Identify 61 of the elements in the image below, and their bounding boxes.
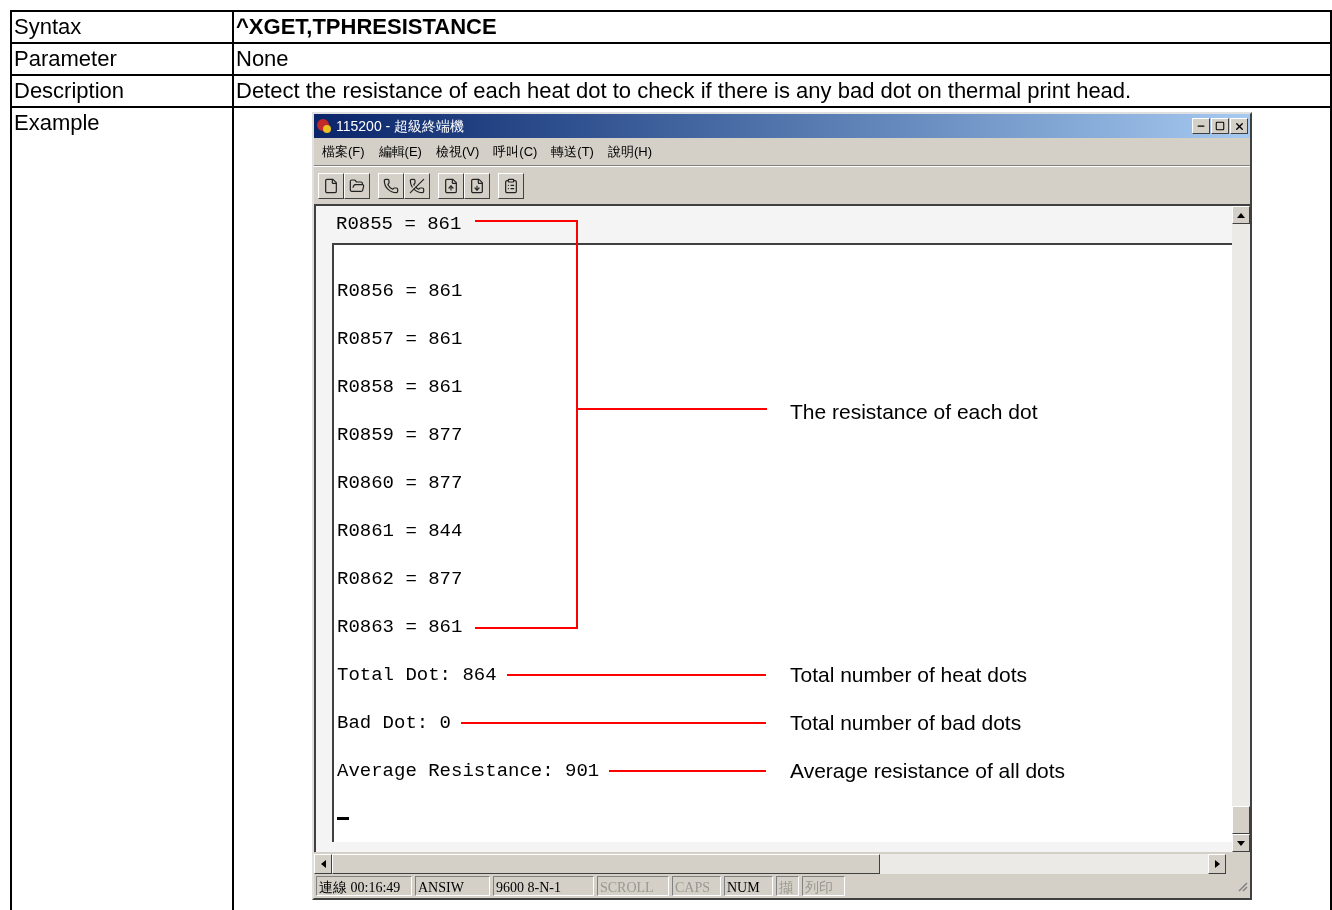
annotation-label: The resistance of each dot — [790, 399, 1038, 425]
table-cell: Parameter — [11, 43, 233, 75]
menu-item[interactable]: 檔案(F) — [322, 141, 365, 162]
status-field: 擷 — [776, 876, 799, 896]
annotation-label: Total number of heat dots — [790, 662, 1027, 689]
table-cell: ^XGET,TPHRESISTANCE — [233, 11, 1331, 43]
table-cell: Example — [11, 107, 233, 910]
menu-item[interactable]: 檢視(V) — [435, 141, 480, 162]
status-field: ANSIW — [415, 876, 490, 896]
resize-grip-icon — [1236, 880, 1248, 892]
status-field: CAPS — [672, 876, 721, 896]
menu-item[interactable]: 說明(H) — [607, 141, 652, 162]
window-title: 115200 - 超級終端機 — [336, 116, 466, 136]
maximize-button[interactable] — [1211, 118, 1229, 134]
terminal-line: R0862 = 877 — [337, 566, 463, 592]
file-download-icon[interactable] — [464, 172, 490, 199]
table-cell: Syntax — [11, 11, 233, 43]
terminal-line: Total Dot: 864 — [337, 662, 497, 688]
right-arrow-icon — [1214, 860, 1220, 868]
close-button[interactable] — [1230, 118, 1248, 134]
terminal-line: R0856 = 861 — [337, 278, 463, 304]
status-field: 連線 00:16:49 — [316, 876, 412, 896]
terminal-line: R0860 = 877 — [337, 470, 463, 496]
down-arrow-icon — [1237, 840, 1245, 846]
properties-icon[interactable] — [498, 172, 524, 199]
menu-item[interactable]: 編輯(E) — [378, 141, 422, 162]
scrollbar-thumb[interactable] — [332, 854, 880, 874]
cursor-icon — [337, 817, 349, 820]
maximize-icon — [1215, 121, 1225, 131]
status-field: SCROLL — [597, 876, 669, 896]
terminal-line: R0861 = 844 — [337, 518, 463, 544]
table-cell: Description — [11, 75, 233, 107]
status-field: 9600 8-N-1 — [493, 876, 594, 896]
minimize-button[interactable] — [1192, 118, 1210, 134]
scrollbar-thumb[interactable] — [1232, 806, 1250, 834]
horizontal-scrollbar[interactable] — [314, 854, 1226, 874]
table-cell: Detect the resistance of each heat dot to check if there is any bad dot on thermal print head. — [233, 75, 1331, 107]
status-field: 列印 — [802, 876, 845, 896]
phone-hangup-icon[interactable] — [404, 172, 430, 199]
terminal-line: Average Resistance: 901 — [337, 758, 600, 784]
file-upload-icon[interactable] — [438, 172, 464, 199]
terminal-line: R0857 = 861 — [337, 326, 463, 352]
app-icon — [316, 118, 332, 134]
phone-icon[interactable] — [378, 172, 404, 199]
new-file-icon[interactable] — [318, 172, 344, 199]
vertical-scrollbar[interactable] — [1232, 206, 1250, 852]
annotation-label: Average resistance of all dots — [790, 758, 1066, 785]
menu-item[interactable]: 呼叫(C) — [493, 141, 538, 162]
annotation-label: Total number of bad dots — [790, 710, 1022, 737]
table-cell: None — [233, 43, 1331, 75]
folder-icon[interactable] — [344, 172, 370, 199]
menu-item[interactable]: 轉送(T) — [551, 141, 594, 162]
terminal-line: R0863 = 861 — [337, 614, 463, 640]
terminal-line: R0858 = 861 — [337, 374, 463, 400]
terminal-line: R0855 = 861 — [336, 212, 462, 238]
up-arrow-icon — [1237, 212, 1245, 218]
terminal-line: Bad Dot: 0 — [337, 710, 452, 736]
close-icon — [1233, 120, 1245, 132]
status-field: NUM — [724, 876, 773, 896]
terminal-line: R0859 = 877 — [337, 422, 463, 448]
left-arrow-icon — [320, 860, 326, 868]
